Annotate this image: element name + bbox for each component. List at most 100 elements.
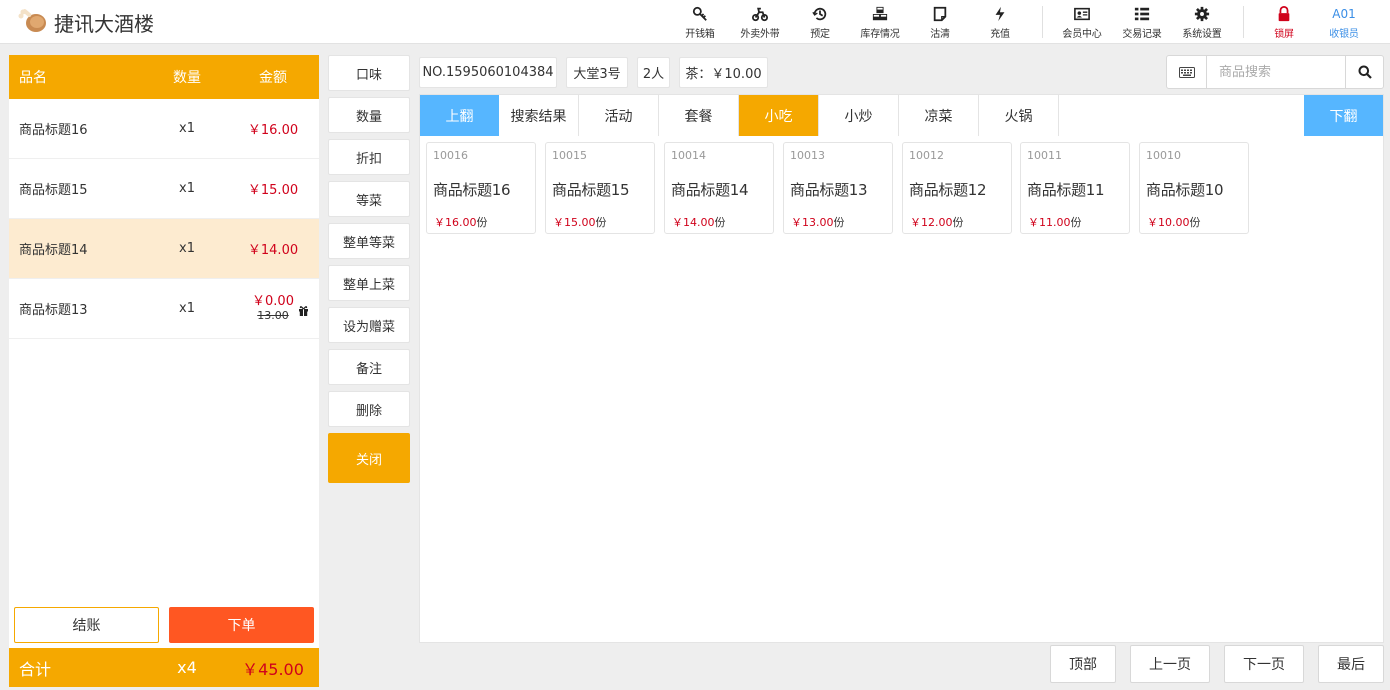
delete-button[interactable]: 删除	[328, 391, 410, 427]
toolbar-divider	[1243, 6, 1244, 38]
flavor-button[interactable]: 口味	[328, 55, 410, 91]
cubes-icon	[872, 6, 888, 21]
pager-next-button[interactable]: 下一页	[1224, 645, 1304, 683]
toolbar-transactions[interactable]: 交易记录	[1119, 6, 1165, 40]
toolbar-recharge[interactable]: 充值	[988, 6, 1012, 40]
search-box	[1166, 55, 1384, 89]
toolbar-sold-out[interactable]: 沽清	[928, 6, 952, 40]
category-tabs: 上翻 搜索结果 活动 套餐 小吃 小炒 凉菜 火锅 下翻	[419, 94, 1384, 137]
order-row-selected[interactable]: 商品标题14 x1 ￥14.00	[9, 219, 319, 279]
toolbar-open-cash-drawer[interactable]: 开钱箱	[683, 6, 717, 40]
order-item-qty: x1	[179, 301, 195, 316]
hold-all-button[interactable]: 整单等菜	[328, 223, 410, 259]
checkout-button[interactable]: 结账	[14, 607, 159, 643]
order-actions: 结账 下单	[9, 607, 319, 643]
guest-count: 2人	[637, 57, 670, 88]
order-header: 品名 数量 金额	[9, 55, 319, 99]
toolbar-inventory[interactable]: 库存情况	[857, 6, 903, 40]
product-code: 10014	[671, 149, 706, 162]
tea-fee: 茶：￥10.00	[679, 57, 768, 88]
gift-icon	[299, 306, 308, 316]
keyboard-icon	[1178, 66, 1195, 78]
set-gift-button[interactable]: 设为赠菜	[328, 307, 410, 343]
tab-scroll-next[interactable]: 下翻	[1304, 95, 1383, 136]
product-code: 10011	[1027, 149, 1062, 162]
product-card[interactable]: 10010 商品标题10 ￥10.00份	[1139, 142, 1249, 234]
toolbar-takeout[interactable]: 外卖外带	[738, 6, 782, 40]
product-name: 商品标题14	[671, 181, 749, 199]
tab-set-meals[interactable]: 套餐	[659, 95, 739, 136]
gear-icon	[1194, 6, 1210, 22]
search-icon	[1358, 65, 1372, 79]
header-amount: 金额	[259, 70, 287, 86]
product-code: 10010	[1146, 149, 1181, 162]
tab-search-results[interactable]: 搜索结果	[499, 95, 579, 136]
order-row[interactable]: 商品标题13 x1 ￥0.00 13.00	[9, 279, 319, 339]
tab-snacks[interactable]: 小吃	[739, 95, 819, 136]
clock-history-icon	[812, 7, 827, 21]
total-amount: ￥45.00	[242, 659, 304, 679]
product-price: ￥14.00份	[672, 216, 726, 229]
product-code: 10012	[909, 149, 944, 162]
tab-promotions[interactable]: 活动	[579, 95, 659, 136]
order-item-qty: x1	[179, 181, 195, 196]
product-name: 商品标题12	[909, 181, 987, 199]
tab-stir-fry[interactable]: 小炒	[819, 95, 899, 136]
scooter-icon	[752, 7, 768, 22]
close-button[interactable]: 关闭	[328, 433, 410, 483]
pager-top-button[interactable]: 顶部	[1050, 645, 1116, 683]
order-row[interactable]: 商品标题16 x1 ￥16.00	[9, 99, 319, 159]
order-item-name: 商品标题13	[19, 303, 88, 318]
note-button[interactable]: 备注	[328, 349, 410, 385]
search-button[interactable]	[1345, 56, 1383, 88]
app-title: 捷讯大酒楼	[54, 11, 154, 36]
table-name: 大堂3号	[566, 57, 628, 88]
discount-button[interactable]: 折扣	[328, 139, 410, 175]
order-item-name: 商品标题14	[19, 243, 88, 258]
toolbar-settings[interactable]: 系统设置	[1179, 6, 1225, 40]
product-card[interactable]: 10015 商品标题15 ￥15.00份	[545, 142, 655, 234]
product-card[interactable]: 10016 商品标题16 ￥16.00份	[426, 142, 536, 234]
product-code: 10015	[552, 149, 587, 162]
toolbar-user[interactable]: A01 收银员	[1326, 7, 1362, 41]
product-name: 商品标题13	[790, 181, 868, 199]
pager-last-button[interactable]: 最后	[1318, 645, 1384, 683]
keyboard-button[interactable]	[1167, 56, 1207, 88]
product-card[interactable]: 10011 商品标题11 ￥11.00份	[1020, 142, 1130, 234]
lock-icon	[1278, 6, 1290, 22]
order-row[interactable]: 商品标题15 x1 ￥15.00	[9, 159, 319, 219]
product-card[interactable]: 10013 商品标题13 ￥13.00份	[783, 142, 893, 234]
product-price: ￥10.00份	[1147, 216, 1201, 229]
order-item-name: 商品标题16	[19, 123, 88, 138]
serve-all-button[interactable]: 整单上菜	[328, 265, 410, 301]
product-card[interactable]: 10012 商品标题12 ￥12.00份	[902, 142, 1012, 234]
product-price: ￥13.00份	[791, 216, 845, 229]
hold-dish-button[interactable]: 等菜	[328, 181, 410, 217]
quantity-button[interactable]: 数量	[328, 97, 410, 133]
tab-hotpot[interactable]: 火锅	[979, 95, 1059, 136]
tab-scroll-prev[interactable]: 上翻	[420, 95, 499, 136]
order-item-amount: ￥16.00	[247, 123, 299, 138]
user-id: A01	[1332, 7, 1356, 21]
order-item-amount: ￥14.00	[247, 243, 299, 258]
toolbar-reservation[interactable]: 预定	[808, 6, 832, 40]
toolbar-member-center[interactable]: 会员中心	[1060, 6, 1104, 40]
bolt-icon	[995, 6, 1005, 22]
product-name: 商品标题11	[1027, 181, 1105, 199]
brand: 捷讯大酒楼	[18, 8, 154, 36]
product-search-input[interactable]	[1207, 56, 1345, 88]
product-price: ￥16.00份	[434, 216, 488, 229]
tab-cold-dishes[interactable]: 凉菜	[899, 95, 979, 136]
pager-prev-button[interactable]: 上一页	[1130, 645, 1210, 683]
order-panel: 品名 数量 金额 商品标题16 x1 ￥16.00 商品标题15 x1 ￥15.…	[9, 55, 319, 687]
id-card-icon	[1074, 7, 1090, 21]
product-name: 商品标题10	[1146, 181, 1224, 199]
place-order-button[interactable]: 下单	[169, 607, 314, 643]
total-qty: x4	[177, 658, 197, 677]
drumstick-logo-icon	[18, 9, 46, 32]
order-item-amount: ￥15.00	[247, 183, 299, 198]
product-grid: 10016 商品标题16 ￥16.00份 10015 商品标题15 ￥15.00…	[419, 136, 1384, 643]
toolbar-lock-screen[interactable]: 锁屏	[1272, 6, 1296, 40]
product-price: ￥15.00份	[553, 216, 607, 229]
product-card[interactable]: 10014 商品标题14 ￥14.00份	[664, 142, 774, 234]
